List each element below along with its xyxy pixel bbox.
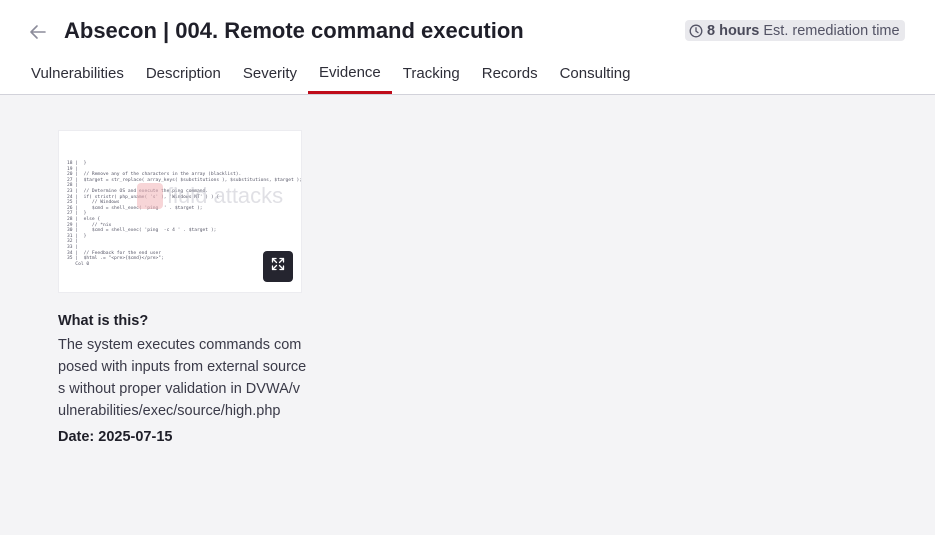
watermark: fluid attacks bbox=[137, 183, 283, 209]
tab-evidence[interactable]: Evidence bbox=[308, 53, 392, 94]
remediation-time-badge: 8 hours Est. remediation time bbox=[685, 20, 905, 41]
expand-icon bbox=[271, 257, 285, 276]
tab-consulting[interactable]: Consulting bbox=[549, 53, 642, 93]
clock-icon bbox=[689, 24, 703, 38]
back-arrow-icon[interactable] bbox=[28, 22, 48, 42]
tab-records[interactable]: Records bbox=[471, 53, 549, 93]
tab-bar: Vulnerabilities Description Severity Evi… bbox=[20, 53, 641, 95]
page-header: Absecon | 004. Remote command execution … bbox=[0, 0, 935, 95]
watermark-text: fluid attacks bbox=[167, 183, 284, 208]
watermark-logo-icon bbox=[137, 183, 163, 209]
tab-severity[interactable]: Severity bbox=[232, 53, 308, 93]
page-title: Absecon | 004. Remote command execution bbox=[64, 18, 524, 43]
tab-vulnerabilities[interactable]: Vulnerabilities bbox=[20, 53, 135, 93]
remediation-hours: 8 hours bbox=[707, 22, 760, 39]
evidence-date: Date: 2025-07-15 bbox=[58, 429, 173, 445]
tab-description[interactable]: Description bbox=[135, 53, 232, 93]
evidence-description: The system executes commands composed wi… bbox=[58, 337, 307, 419]
tab-tracking[interactable]: Tracking bbox=[392, 53, 471, 93]
evidence-info: What is this? The system executes comman… bbox=[58, 312, 308, 446]
remediation-label: Est. remediation time bbox=[763, 22, 900, 39]
evidence-image[interactable]: 18 | } 19 | 20 | // Remove any of the ch… bbox=[58, 130, 302, 293]
expand-button[interactable] bbox=[263, 251, 293, 282]
evidence-heading: What is this? bbox=[58, 313, 149, 329]
